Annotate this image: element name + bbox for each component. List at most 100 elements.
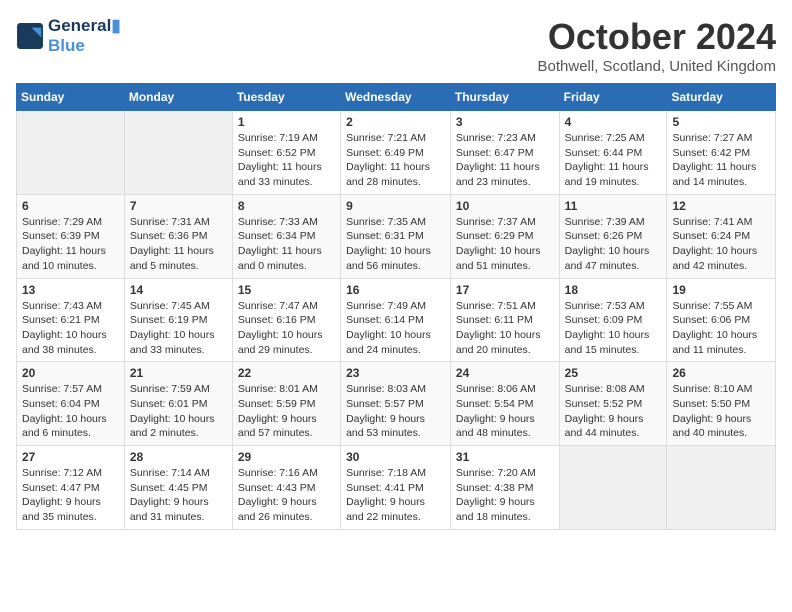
day-info: Sunrise: 8:08 AM Sunset: 5:52 PM Dayligh… — [565, 382, 662, 441]
day-info: Sunrise: 7:47 AM Sunset: 6:16 PM Dayligh… — [238, 299, 335, 358]
header-sunday: Sunday — [17, 84, 125, 111]
header-thursday: Thursday — [450, 84, 559, 111]
day-number: 20 — [22, 366, 119, 380]
day-number: 1 — [238, 115, 335, 129]
week-row-4: 20 Sunrise: 7:57 AM Sunset: 6:04 PM Dayli… — [17, 362, 776, 446]
day-info: Sunrise: 7:25 AM Sunset: 6:44 PM Dayligh… — [565, 131, 662, 190]
day-info: Sunrise: 8:01 AM Sunset: 5:59 PM Dayligh… — [238, 382, 335, 441]
day-cell: 16 Sunrise: 7:49 AM Sunset: 6:14 PM Dayli… — [341, 278, 451, 362]
day-cell: 5 Sunrise: 7:27 AM Sunset: 6:42 PM Daylig… — [667, 111, 776, 195]
day-cell — [17, 111, 125, 195]
day-number: 18 — [565, 283, 662, 297]
day-info: Sunrise: 8:03 AM Sunset: 5:57 PM Dayligh… — [346, 382, 445, 441]
week-row-1: 1Sunrise: 7:19 AM Sunset: 6:52 PM Daylig… — [17, 111, 776, 195]
day-cell: 11 Sunrise: 7:39 AM Sunset: 6:26 PM Dayli… — [559, 194, 667, 278]
day-info: Sunrise: 7:21 AM Sunset: 6:49 PM Dayligh… — [346, 131, 445, 190]
day-cell: 13Sunrise: 7:43 AM Sunset: 6:21 PM Dayli… — [17, 278, 125, 362]
day-info: Sunrise: 7:49 AM Sunset: 6:14 PM Dayligh… — [346, 299, 445, 358]
day-number: 11 — [565, 199, 662, 213]
logo-icon — [16, 22, 44, 50]
day-info: Sunrise: 7:14 AM Sunset: 4:45 PM Dayligh… — [130, 466, 227, 525]
day-cell: 24Sunrise: 8:06 AM Sunset: 5:54 PM Dayli… — [450, 362, 559, 446]
day-number: 17 — [456, 283, 554, 297]
day-number: 13 — [22, 283, 119, 297]
day-cell: 15 Sunrise: 7:47 AM Sunset: 6:16 PM Dayli… — [232, 278, 340, 362]
day-cell: 1Sunrise: 7:19 AM Sunset: 6:52 PM Daylig… — [232, 111, 340, 195]
day-cell: 30Sunrise: 7:18 AM Sunset: 4:41 PM Dayli… — [341, 446, 451, 530]
day-cell: 8Sunrise: 7:33 AM Sunset: 6:34 PM Daylig… — [232, 194, 340, 278]
day-number: 4 — [565, 115, 662, 129]
day-number: 10 — [456, 199, 554, 213]
day-info: Sunrise: 7:51 AM Sunset: 6:11 PM Dayligh… — [456, 299, 554, 358]
day-cell: 20 Sunrise: 7:57 AM Sunset: 6:04 PM Dayli… — [17, 362, 125, 446]
day-cell: 6 Sunrise: 7:29 AM Sunset: 6:39 PM Daylig… — [17, 194, 125, 278]
day-cell: 28 Sunrise: 7:14 AM Sunset: 4:45 PM Dayli… — [124, 446, 232, 530]
day-number: 5 — [672, 115, 770, 129]
logo-text: General▮ Blue — [48, 16, 121, 55]
week-row-2: 6 Sunrise: 7:29 AM Sunset: 6:39 PM Daylig… — [17, 194, 776, 278]
day-info: Sunrise: 7:23 AM Sunset: 6:47 PM Dayligh… — [456, 131, 554, 190]
day-number: 12 — [672, 199, 770, 213]
day-number: 25 — [565, 366, 662, 380]
day-cell: 9Sunrise: 7:35 AM Sunset: 6:31 PM Daylig… — [341, 194, 451, 278]
day-number: 15 — [238, 283, 335, 297]
day-number: 21 — [130, 366, 227, 380]
day-number: 9 — [346, 199, 445, 213]
day-number: 3 — [456, 115, 554, 129]
day-info: Sunrise: 7:20 AM Sunset: 4:38 PM Dayligh… — [456, 466, 554, 525]
day-number: 7 — [130, 199, 227, 213]
day-number: 14 — [130, 283, 227, 297]
day-number: 31 — [456, 450, 554, 464]
day-number: 19 — [672, 283, 770, 297]
day-cell: 3 Sunrise: 7:23 AM Sunset: 6:47 PM Daylig… — [450, 111, 559, 195]
week-row-5: 27Sunrise: 7:12 AM Sunset: 4:47 PM Dayli… — [17, 446, 776, 530]
day-info: Sunrise: 7:37 AM Sunset: 6:29 PM Dayligh… — [456, 215, 554, 274]
day-number: 30 — [346, 450, 445, 464]
day-info: Sunrise: 7:57 AM Sunset: 6:04 PM Dayligh… — [22, 382, 119, 441]
day-number: 29 — [238, 450, 335, 464]
month-title: October 2024 — [538, 16, 776, 58]
day-cell: 23Sunrise: 8:03 AM Sunset: 5:57 PM Dayli… — [341, 362, 451, 446]
day-cell — [667, 446, 776, 530]
week-row-3: 13Sunrise: 7:43 AM Sunset: 6:21 PM Dayli… — [17, 278, 776, 362]
day-number: 28 — [130, 450, 227, 464]
day-info: Sunrise: 7:39 AM Sunset: 6:26 PM Dayligh… — [565, 215, 662, 274]
day-number: 8 — [238, 199, 335, 213]
day-info: Sunrise: 7:53 AM Sunset: 6:09 PM Dayligh… — [565, 299, 662, 358]
day-info: Sunrise: 8:10 AM Sunset: 5:50 PM Dayligh… — [672, 382, 770, 441]
day-info: Sunrise: 7:16 AM Sunset: 4:43 PM Dayligh… — [238, 466, 335, 525]
header-wednesday: Wednesday — [341, 84, 451, 111]
day-info: Sunrise: 7:31 AM Sunset: 6:36 PM Dayligh… — [130, 215, 227, 274]
header-saturday: Saturday — [667, 84, 776, 111]
header-friday: Friday — [559, 84, 667, 111]
header-tuesday: Tuesday — [232, 84, 340, 111]
day-number: 2 — [346, 115, 445, 129]
day-number: 24 — [456, 366, 554, 380]
day-info: Sunrise: 7:29 AM Sunset: 6:39 PM Dayligh… — [22, 215, 119, 274]
day-cell — [124, 111, 232, 195]
day-cell: 19 Sunrise: 7:55 AM Sunset: 6:06 PM Dayli… — [667, 278, 776, 362]
day-info: Sunrise: 7:55 AM Sunset: 6:06 PM Dayligh… — [672, 299, 770, 358]
day-cell: 22 Sunrise: 8:01 AM Sunset: 5:59 PM Dayli… — [232, 362, 340, 446]
calendar-table: SundayMondayTuesdayWednesdayThursdayFrid… — [16, 83, 776, 530]
day-number: 6 — [22, 199, 119, 213]
logo: General▮ Blue — [16, 16, 121, 55]
day-info: Sunrise: 7:41 AM Sunset: 6:24 PM Dayligh… — [672, 215, 770, 274]
day-cell: 18 Sunrise: 7:53 AM Sunset: 6:09 PM Dayli… — [559, 278, 667, 362]
day-info: Sunrise: 7:27 AM Sunset: 6:42 PM Dayligh… — [672, 131, 770, 190]
day-cell: 2 Sunrise: 7:21 AM Sunset: 6:49 PM Daylig… — [341, 111, 451, 195]
header-row: SundayMondayTuesdayWednesdayThursdayFrid… — [17, 84, 776, 111]
day-cell: 29 Sunrise: 7:16 AM Sunset: 4:43 PM Dayli… — [232, 446, 340, 530]
day-cell — [559, 446, 667, 530]
day-cell: 7 Sunrise: 7:31 AM Sunset: 6:36 PM Daylig… — [124, 194, 232, 278]
day-cell: 10 Sunrise: 7:37 AM Sunset: 6:29 PM Dayli… — [450, 194, 559, 278]
day-number: 27 — [22, 450, 119, 464]
header-monday: Monday — [124, 84, 232, 111]
day-cell: 12 Sunrise: 7:41 AM Sunset: 6:24 PM Dayli… — [667, 194, 776, 278]
day-cell: 25 Sunrise: 8:08 AM Sunset: 5:52 PM Dayli… — [559, 362, 667, 446]
day-cell: 31 Sunrise: 7:20 AM Sunset: 4:38 PM Dayli… — [450, 446, 559, 530]
day-number: 16 — [346, 283, 445, 297]
location: Bothwell, Scotland, United Kingdom — [538, 58, 776, 75]
day-cell: 21Sunrise: 7:59 AM Sunset: 6:01 PM Dayli… — [124, 362, 232, 446]
day-number: 22 — [238, 366, 335, 380]
